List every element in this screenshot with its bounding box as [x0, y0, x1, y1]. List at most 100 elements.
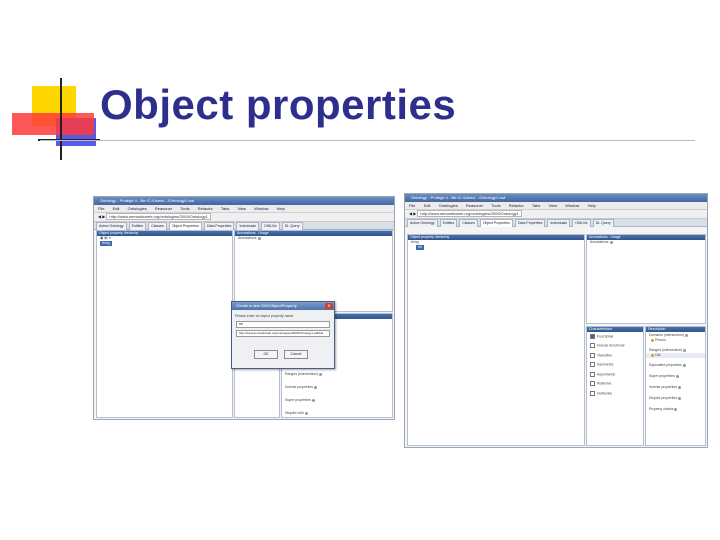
tab-individuals[interactable]: Individuals: [547, 219, 570, 227]
tab-individuals[interactable]: Individuals: [236, 222, 259, 230]
add-icon[interactable]: [685, 333, 689, 337]
menu-item[interactable]: Tabs: [532, 203, 540, 208]
menu-item[interactable]: File: [409, 203, 415, 208]
ontology-uri-field[interactable]: http://www.semanticweb.org/ontologies/20…: [417, 210, 522, 218]
tab-entities[interactable]: Entities: [128, 222, 147, 230]
tab-bar-right: Active Ontology Entities Classes Object …: [405, 219, 707, 227]
description-item: Inverse properties: [649, 385, 678, 389]
dialog-title: Create a new OWLObjectProperty: [232, 302, 334, 310]
add-icon[interactable]: [678, 385, 682, 389]
menu-item[interactable]: Window: [254, 206, 268, 211]
add-icon[interactable]: [675, 374, 679, 378]
ok-button[interactable]: OK: [254, 350, 278, 359]
close-icon[interactable]: ✕: [325, 303, 333, 309]
forward-icon[interactable]: ▶: [413, 211, 416, 216]
tab-owlviz[interactable]: OWLViz: [261, 222, 280, 230]
range-value[interactable]: Car: [655, 353, 661, 357]
symmetric-checkbox[interactable]: [590, 362, 595, 368]
tab-classes[interactable]: Classes: [148, 222, 167, 230]
screenshot-right: Ontology - Protégé 4 - file:/C:/Users/..…: [404, 193, 708, 448]
reflexive-checkbox[interactable]: [590, 381, 595, 387]
menu-item[interactable]: Reasoner: [155, 206, 172, 211]
menu-item[interactable]: Tabs: [221, 206, 229, 211]
tree-child-item[interactable]: rel: [416, 245, 424, 250]
tab-active-ontology[interactable]: Active Ontology: [96, 222, 127, 230]
tree-root-item[interactable]: thing: [100, 241, 112, 246]
description-pane: Description Domains (intersection) Perso…: [645, 326, 706, 446]
menu-item[interactable]: View: [548, 203, 557, 208]
description-item: Ranges (intersection): [285, 372, 319, 376]
menu-item[interactable]: File: [98, 206, 104, 211]
property-name-input[interactable]: rel: [236, 321, 330, 328]
menu-item[interactable]: Edit: [113, 206, 120, 211]
characteristic-label: Functional: [597, 334, 614, 339]
tab-dl-query[interactable]: DL Query: [281, 222, 303, 230]
add-annotation-icon[interactable]: [257, 236, 261, 240]
add-subproperty-icon[interactable]: ▣: [100, 236, 103, 240]
domain-value[interactable]: Person: [655, 338, 666, 342]
object-property-hierarchy-pane: Object property hierarchy thing rel: [407, 234, 585, 446]
range-class-icon: [651, 353, 654, 357]
menu-item[interactable]: Tools: [491, 203, 500, 208]
pane-header: Description: [646, 327, 705, 332]
deco-vertical-line: [60, 78, 62, 160]
add-sibling-icon[interactable]: ▤: [104, 236, 107, 240]
add-icon[interactable]: [683, 348, 687, 352]
add-annotation-icon[interactable]: [609, 240, 613, 244]
description-item: Property chains: [649, 407, 674, 411]
transitive-checkbox[interactable]: [590, 352, 595, 358]
menu-item[interactable]: Window: [565, 203, 579, 208]
tab-data-properties[interactable]: Data Properties: [515, 219, 546, 227]
window-title-right: Ontology - Protégé 4 - file:/C:/Users/..…: [405, 194, 707, 202]
menu-item[interactable]: View: [237, 206, 246, 211]
tab-classes[interactable]: Classes: [459, 219, 478, 227]
tab-entities[interactable]: Entities: [439, 219, 458, 227]
description-item: Super properties: [649, 374, 675, 378]
delete-property-icon[interactable]: ✕: [109, 236, 112, 240]
back-icon[interactable]: ◀: [98, 214, 101, 219]
characteristic-label: Reflexive: [597, 381, 612, 386]
menu-item[interactable]: Help: [277, 206, 285, 211]
menu-item[interactable]: Ontologies: [128, 206, 147, 211]
annotations-pane: Annotations Usage Annotations: [586, 234, 706, 324]
menu-item[interactable]: Tools: [180, 206, 189, 211]
add-icon[interactable]: [678, 396, 682, 400]
menu-item[interactable]: Refactor: [509, 203, 524, 208]
menu-item[interactable]: Reasoner: [466, 203, 483, 208]
characteristics-pane: Characteristics Functional Inverse funct…: [586, 326, 644, 446]
add-icon[interactable]: [674, 407, 678, 411]
characteristic-label: Irreflexive: [597, 390, 613, 395]
object-property-hierarchy-pane: Object property hierarchy ▣ ▤ ✕ thing: [96, 230, 233, 418]
property-uri-field: http://www.semanticweb.org/ontologies/20…: [236, 330, 330, 337]
back-icon[interactable]: ◀: [409, 211, 412, 216]
menu-bar-right: File Edit Ontologies Reasoner Tools Refa…: [405, 202, 707, 210]
tab-dl-query[interactable]: DL Query: [592, 219, 614, 227]
cancel-button[interactable]: Cancel: [284, 350, 308, 359]
tab-data-properties[interactable]: Data Properties: [204, 222, 235, 230]
address-bar-right: ◀ ▶ http://www.semanticweb.org/ontologie…: [405, 210, 707, 219]
menu-bar-left: File Edit Ontologies Reasoner Tools Refa…: [94, 205, 394, 213]
irreflexive-checkbox[interactable]: [590, 390, 595, 396]
menu-item[interactable]: Help: [588, 203, 596, 208]
add-icon[interactable]: [314, 385, 318, 389]
asymmetric-checkbox[interactable]: [590, 371, 595, 377]
forward-icon[interactable]: ▶: [102, 214, 105, 219]
add-icon[interactable]: [304, 411, 308, 415]
tab-active-ontology[interactable]: Active Ontology: [407, 219, 438, 227]
tab-object-properties[interactable]: Object Properties: [479, 219, 513, 227]
menu-item[interactable]: Ontologies: [439, 203, 458, 208]
menu-item[interactable]: Edit: [424, 203, 431, 208]
add-icon[interactable]: [319, 372, 323, 376]
ontology-uri-field[interactable]: http://www.semanticweb.org/ontologies/20…: [106, 213, 211, 221]
add-icon[interactable]: [682, 363, 686, 367]
functional-checkbox[interactable]: [590, 334, 595, 339]
inverse-functional-checkbox[interactable]: [590, 343, 595, 349]
add-icon[interactable]: [311, 398, 315, 402]
tab-object-properties[interactable]: Object Properties: [168, 222, 202, 230]
tab-owlviz[interactable]: OWLViz: [572, 219, 591, 227]
menu-item[interactable]: Refactor: [198, 206, 213, 211]
description-item: Super properties: [285, 398, 311, 402]
description-item: Inverse properties: [285, 385, 314, 389]
tree-root-item[interactable]: thing: [411, 240, 419, 244]
description-item: Equivalent properties: [649, 363, 682, 367]
